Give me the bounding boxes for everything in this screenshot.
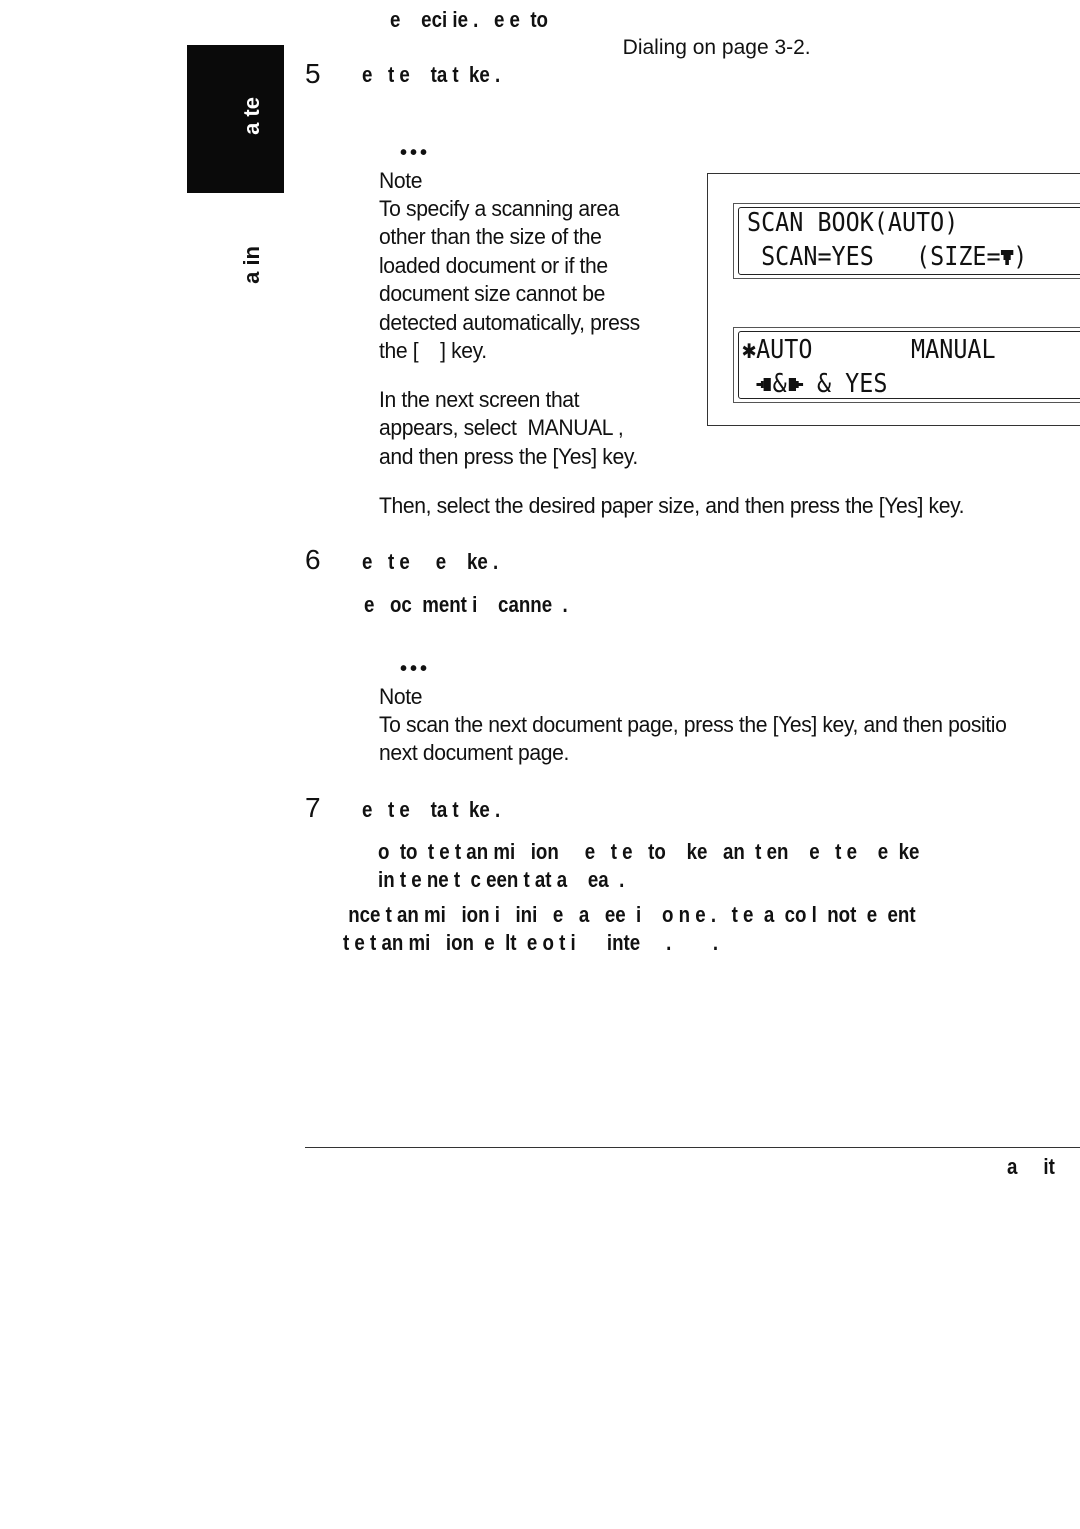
lcd-line-text: & YES xyxy=(802,369,888,399)
right-arrow-icon xyxy=(787,369,803,391)
footer-label: a it xyxy=(1007,1154,1055,1179)
body-line: in t e ne t c een t at a ea . xyxy=(378,867,625,892)
lcd-ampersand: & xyxy=(772,369,787,399)
reference-tail-text: on page 3-2. xyxy=(686,36,811,59)
section-side-label: a in xyxy=(239,246,264,284)
step-5-heading: e t e ta t ke . xyxy=(362,62,501,87)
warning-line: t e t an mi ion e lt e o t i inte . . xyxy=(343,930,719,955)
note-line: To scan the next document page, press th… xyxy=(379,712,1007,737)
note-title: Note xyxy=(379,168,423,193)
reference-link-text[interactable]: Dialing xyxy=(623,36,687,59)
step-number-5: 5 xyxy=(305,58,321,89)
note-dots-icon: ••• xyxy=(400,142,431,164)
step-6-result: e oc ment i canne . xyxy=(364,592,568,617)
step-number-6: 6 xyxy=(305,544,321,575)
step-7-body: o to t e t an mi ion e t e to ke an t en… xyxy=(378,838,1015,894)
reference-link[interactable]: Dialing on page 3-2. xyxy=(611,6,811,62)
left-arrow-icon xyxy=(756,369,772,391)
note-body-step5-continued: In the next screen that appears, select … xyxy=(379,386,649,471)
lcd-screen-1-line-1: SCAN BOOK(AUTO) xyxy=(747,208,959,238)
top-reference-line: e eci ie . e e to xyxy=(390,6,576,34)
step-number-7: 7 xyxy=(305,792,321,823)
lcd-screen-2: ✱AUTO MANUAL & & YES xyxy=(733,327,1080,403)
note-line: other than the size of the xyxy=(379,224,602,250)
lcd-line-text: SCAN=YES (SIZE= xyxy=(747,242,1001,272)
down-arrow-icon xyxy=(1000,244,1014,265)
note-line: next document page. xyxy=(379,740,569,766)
note-body-step5: To specify a scanning area other than th… xyxy=(379,195,651,365)
lcd-line-text-end: ) xyxy=(1013,242,1028,272)
note-line: document size cannot be xyxy=(379,281,605,307)
step-7-heading: e t e ta t ke . xyxy=(362,797,501,822)
note-title: Note xyxy=(379,684,423,709)
note-line: In the next screen that xyxy=(379,387,580,412)
note-dots-icon: ••• xyxy=(400,658,431,680)
chapter-tab-label: a te xyxy=(239,97,264,135)
note-line: appears, select MANUAL , xyxy=(379,415,624,441)
note-line: and then press the [Yes] key. xyxy=(379,443,638,469)
note-body-step6: To scan the next document page, press th… xyxy=(379,711,1033,768)
lcd-screen-1: SCAN BOOK(AUTO) SCAN=YES (SIZE=) xyxy=(733,203,1080,279)
note-followup: Then, select the desired paper size, and… xyxy=(379,493,965,518)
note-line: detected automatically, press xyxy=(379,309,640,335)
lcd-line-text: AUTO MANUAL xyxy=(756,335,996,365)
footer-divider xyxy=(305,1147,1080,1148)
note-line: the [ ] key. xyxy=(379,338,487,364)
lcd-screen-2-line-1: ✱AUTO MANUAL xyxy=(742,335,996,365)
chapter-tab: a te xyxy=(187,45,284,193)
reference-bold-text: e eci ie . e e to xyxy=(390,7,548,32)
step-7-warning: nce t an mi ion i ini e a ee i o n e . t… xyxy=(343,901,1017,957)
body-line: o to t e t an mi ion e t e to ke an t en… xyxy=(378,839,920,864)
note-line: loaded document or if the xyxy=(379,252,608,278)
step-6-heading: e t e e ke . xyxy=(362,549,499,574)
warning-line: nce t an mi ion i ini e a ee i o n e . t… xyxy=(343,902,916,927)
lcd-screen-2-line-2: & & YES xyxy=(742,369,887,399)
note-line: To specify a scanning area xyxy=(379,196,620,221)
selection-asterisk-icon: ✱ xyxy=(742,335,757,365)
lcd-screen-1-line-2: SCAN=YES (SIZE=) xyxy=(747,242,1027,272)
